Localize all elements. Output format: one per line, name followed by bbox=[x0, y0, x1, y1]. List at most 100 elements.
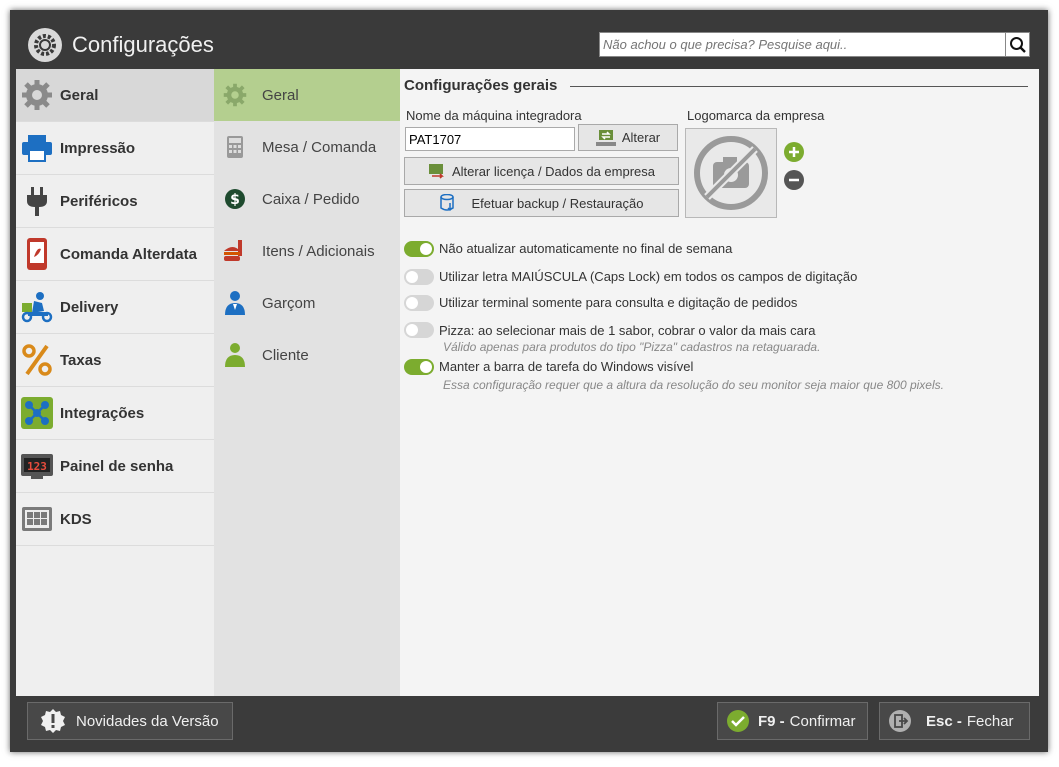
sidebar-item-label: Delivery bbox=[60, 298, 119, 316]
alert-badge-icon bbox=[41, 709, 65, 733]
percent-icon bbox=[20, 343, 54, 377]
delivery-icon bbox=[20, 290, 54, 324]
machine-name-label: Nome da máquina integradora bbox=[406, 108, 582, 123]
sidebar-item-painel-de-senha[interactable]: 123 Painel de senha bbox=[16, 440, 214, 493]
database-icon bbox=[439, 194, 454, 212]
confirm-shortcut: F9 - bbox=[758, 712, 785, 730]
section-divider bbox=[570, 86, 1028, 87]
svg-text:123: 123 bbox=[27, 460, 47, 473]
submenu-item-mesa-comanda[interactable]: Mesa / Comanda bbox=[214, 121, 400, 173]
sidebar-item-label: Taxas bbox=[60, 351, 102, 369]
sidebar-item-label: KDS bbox=[60, 510, 92, 528]
settings-panel: Configurações gerais Nome da máquina int… bbox=[400, 69, 1039, 696]
search-icon[interactable] bbox=[1005, 33, 1029, 56]
add-logo-button[interactable] bbox=[784, 142, 804, 162]
submenu-item-label: Geral bbox=[262, 86, 299, 104]
close-button[interactable]: Esc - Fechar bbox=[879, 702, 1030, 740]
option-label: Não atualizar automaticamente no final d… bbox=[439, 241, 733, 256]
submenu-item-cliente[interactable]: Cliente bbox=[214, 329, 400, 381]
computer-swap-icon bbox=[595, 129, 616, 146]
license-button-label: Alterar licença / Dados da empresa bbox=[451, 163, 656, 179]
gear-icon bbox=[222, 82, 248, 108]
close-shortcut: Esc - bbox=[926, 712, 962, 730]
svg-text:$: $ bbox=[230, 192, 240, 208]
submenu-item-itens-adicionais[interactable]: Itens / Adicionais bbox=[214, 225, 400, 277]
title-bar: Configurações bbox=[10, 10, 1048, 70]
footer-bar: Novidades da Versão F9 - Confirmar Esc -… bbox=[10, 696, 1048, 752]
search-input[interactable] bbox=[600, 33, 1004, 56]
integration-icon bbox=[20, 396, 54, 430]
sub-menu: Geral Mesa / Comanda $ Caixa / Pedido It… bbox=[214, 69, 400, 696]
sidebar-item-label: Periféricos bbox=[60, 192, 138, 210]
alter-machine-button[interactable]: Alterar bbox=[578, 124, 678, 151]
license-icon bbox=[428, 164, 444, 179]
option-label: Pizza: ao selecionar mais de 1 sabor, co… bbox=[439, 323, 816, 338]
sidebar-item-geral[interactable]: Geral bbox=[16, 69, 214, 122]
remove-logo-button[interactable] bbox=[784, 170, 804, 190]
submenu-item-caixa-pedido[interactable]: $ Caixa / Pedido bbox=[214, 173, 400, 225]
submenu-item-label: Garçom bbox=[262, 294, 316, 312]
waiter-icon bbox=[222, 290, 248, 316]
no-image-icon bbox=[694, 136, 768, 210]
terminal-consult-toggle[interactable] bbox=[404, 295, 434, 311]
food-icon bbox=[222, 238, 248, 264]
submenu-item-label: Mesa / Comanda bbox=[262, 138, 377, 156]
backup-button[interactable]: Efetuar backup / Restauração bbox=[404, 189, 679, 217]
option-note: Essa configuração requer que a altura da… bbox=[443, 378, 944, 392]
submenu-item-label: Itens / Adicionais bbox=[262, 242, 375, 260]
submenu-item-label: Caixa / Pedido bbox=[262, 190, 360, 208]
phone-order-icon bbox=[20, 237, 54, 271]
sidebar-item-perifericos[interactable]: Periféricos bbox=[16, 175, 214, 228]
submenu-item-label: Cliente bbox=[262, 346, 309, 364]
gear-icon bbox=[28, 28, 62, 62]
backup-button-label: Efetuar backup / Restauração bbox=[471, 195, 644, 211]
news-button-label: Novidades da Versão bbox=[76, 712, 219, 730]
news-button[interactable]: Novidades da Versão bbox=[27, 702, 233, 740]
option-label: Utilizar terminal somente para consulta … bbox=[439, 295, 798, 310]
pizza-price-toggle[interactable] bbox=[404, 322, 434, 338]
settings-window: Configurações Geral Impressão Periférico… bbox=[10, 10, 1048, 752]
content-area: Geral Impressão Periféricos Comanda Alte… bbox=[16, 69, 1039, 696]
confirm-button[interactable]: F9 - Confirmar bbox=[717, 702, 868, 740]
taskbar-visible-toggle[interactable] bbox=[404, 359, 434, 375]
kds-icon bbox=[20, 502, 54, 536]
sidebar-item-label: Comanda Alterdata bbox=[60, 245, 197, 263]
alter-license-button[interactable]: Alterar licença / Dados da empresa bbox=[404, 157, 679, 185]
search-box bbox=[599, 32, 1030, 57]
company-logo-placeholder[interactable] bbox=[685, 128, 777, 218]
window-title: Configurações bbox=[72, 32, 214, 57]
sidebar-item-taxas[interactable]: Taxas bbox=[16, 334, 214, 387]
sidebar-item-label: Impressão bbox=[60, 139, 136, 157]
sidebar-item-label: Geral bbox=[60, 86, 99, 104]
sidebar-item-impressao[interactable]: Impressão bbox=[16, 122, 214, 175]
main-menu: Geral Impressão Periféricos Comanda Alte… bbox=[16, 69, 214, 696]
close-label: Fechar bbox=[966, 712, 1014, 730]
sidebar-item-integracoes[interactable]: Integrações bbox=[16, 387, 214, 440]
option-label: Manter a barra de tarefa do Windows visí… bbox=[439, 359, 694, 374]
submenu-item-garcom[interactable]: Garçom bbox=[214, 277, 400, 329]
submenu-item-geral[interactable]: Geral bbox=[214, 69, 400, 121]
minus-icon bbox=[789, 178, 799, 182]
option-label: Utilizar letra MAIÚSCULA (Caps Lock) em … bbox=[439, 269, 858, 284]
plug-icon bbox=[20, 184, 54, 218]
section-title: Configurações gerais bbox=[404, 77, 564, 94]
confirm-label: Confirmar bbox=[789, 712, 856, 730]
weekend-update-toggle[interactable] bbox=[404, 241, 434, 257]
caps-lock-toggle[interactable] bbox=[404, 269, 434, 285]
sidebar-item-label: Integrações bbox=[60, 404, 145, 422]
plus-icon bbox=[789, 147, 799, 157]
display-panel-icon: 123 bbox=[20, 449, 54, 483]
sidebar-item-kds[interactable]: KDS bbox=[16, 493, 214, 546]
printer-icon bbox=[20, 131, 54, 165]
sidebar-item-comanda-alterdata[interactable]: Comanda Alterdata bbox=[16, 228, 214, 281]
check-icon bbox=[727, 710, 749, 732]
option-note: Válido apenas para produtos do tipo "Piz… bbox=[443, 340, 821, 354]
person-icon bbox=[222, 342, 248, 368]
calculator-icon bbox=[222, 134, 248, 160]
logo-label: Logomarca da empresa bbox=[687, 108, 825, 123]
machine-name-field[interactable] bbox=[405, 127, 575, 151]
sidebar-item-label: Painel de senha bbox=[60, 457, 174, 475]
dollar-icon: $ bbox=[222, 186, 248, 212]
sidebar-item-delivery[interactable]: Delivery bbox=[16, 281, 214, 334]
gear-icon bbox=[20, 78, 54, 112]
